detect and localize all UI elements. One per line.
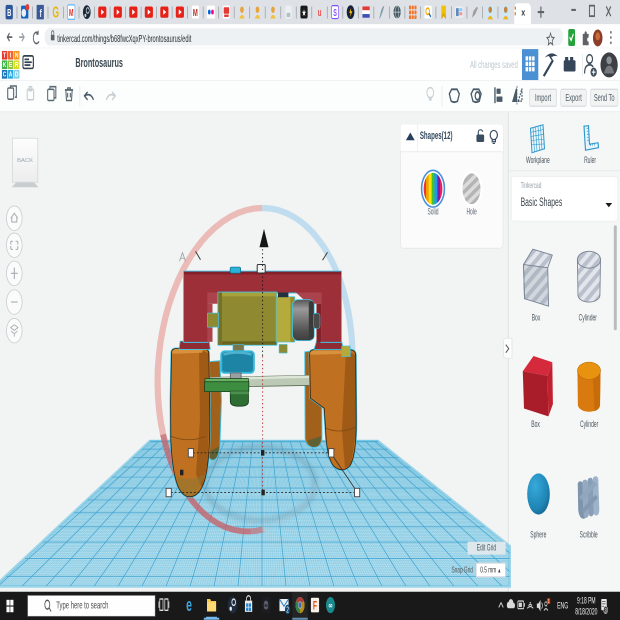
svg-text:T: T (3, 52, 6, 60)
svg-text:3: 3 (605, 608, 607, 615)
svg-text:A: A (9, 71, 13, 79)
svg-text:E: E (9, 61, 12, 69)
svg-text:2: 2 (286, 607, 289, 616)
svg-text:ENG: ENG (557, 600, 568, 611)
svg-text:I: I (10, 52, 12, 60)
svg-text:D: D (15, 71, 19, 79)
svg-text:K: K (3, 61, 7, 69)
svg-text:M: M (193, 6, 198, 18)
svg-text:BACK: BACK (17, 158, 33, 164)
svg-text:8/18/2020: 8/18/2020 (575, 606, 597, 617)
svg-text:C: C (3, 71, 7, 79)
svg-text:9:18 PM: 9:18 PM (577, 595, 596, 606)
svg-text:×: × (521, 7, 525, 21)
svg-text:∞: ∞ (329, 600, 333, 611)
svg-text:R: R (15, 61, 19, 69)
svg-text:F: F (313, 600, 317, 614)
svg-text:G: G (52, 4, 59, 21)
svg-text:★: ★ (302, 8, 307, 19)
svg-text:N: N (15, 52, 19, 60)
svg-text:u: u (318, 6, 322, 18)
svg-text:1: 1 (548, 598, 550, 604)
svg-text:e: e (186, 595, 192, 616)
svg-text:B: B (7, 6, 11, 18)
svg-text:S: S (333, 8, 337, 19)
svg-text:M: M (69, 8, 74, 19)
